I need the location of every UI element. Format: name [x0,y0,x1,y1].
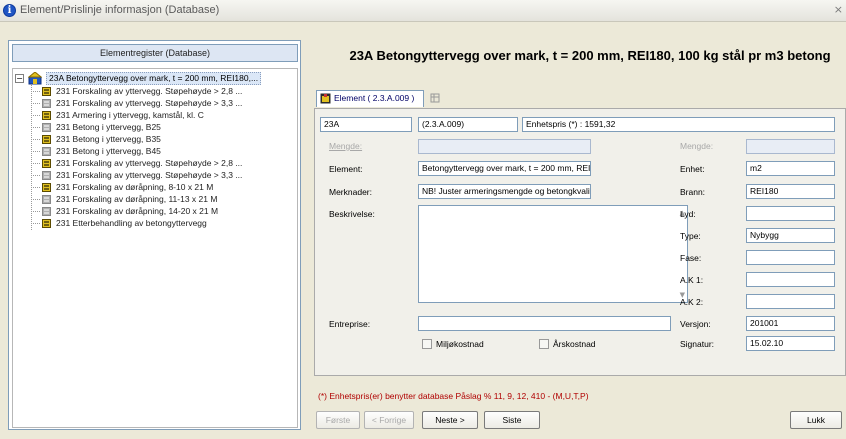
priced-line-icon [42,135,51,144]
arskostnad-checkbox[interactable] [539,339,549,349]
type-field[interactable]: Nybygg [746,228,835,243]
tree-item-label: 231 Betong i yttervegg, B25 [56,122,161,132]
tree-connector [31,187,40,188]
close-button[interactable]: Lukk [790,411,842,429]
tab-extra-icon[interactable] [430,93,440,103]
unit-price-field[interactable]: Enhetspris (*) : 1591,32 [522,117,835,132]
previous-button[interactable]: < Forrige [364,411,414,429]
lyd-field[interactable] [746,206,835,221]
priced-line-icon [42,183,51,192]
tree-connector [31,115,40,116]
tree-connector [31,139,40,140]
unpriced-line-icon [42,147,51,156]
arskostnad-label: Årskostnad [553,339,596,349]
ak2-label: A.K 2: [680,297,704,307]
priced-line-icon [42,87,51,96]
window-title: Element/Prislinje informasjon (Database) [20,4,220,16]
mengde-label: Mengde: [329,141,363,151]
unpriced-line-icon [42,123,51,132]
info-icon: i [3,4,16,17]
tree-connector [31,84,32,230]
merknader-label: Merknader: [329,187,372,197]
miljokostnad-checkbox[interactable] [422,339,432,349]
mengde-field[interactable] [418,139,591,154]
tree-connector [31,211,40,212]
fase-field[interactable] [746,250,835,265]
unpriced-line-icon [42,99,51,108]
tab-element[interactable]: Element ( 2.3.A.009 ) [316,90,424,107]
tree-item-label: 231 Etterbehandling av betongyttervegg [56,218,207,228]
unit-price-footnote: (*) Enhetspris(er) benytter database Pås… [318,391,589,401]
versjon-field[interactable]: 201001 [746,316,835,331]
lyd-label: Lyd: [680,209,696,219]
tree-item-label: 231 Forskaling av yttervegg. Støpehøyde … [56,98,243,108]
element-label: Element: [329,164,363,174]
window-titlebar: i Element/Prislinje informasjon (Databas… [0,0,846,22]
tree-connector [31,175,40,176]
type-label: Type: [680,231,701,241]
entreprise-label: Entreprise: [329,319,371,329]
tree-collapse-icon[interactable]: − [15,74,24,83]
tree-item-label: 231 Forskaling av døråpning, 14-20 x 21 … [56,206,219,216]
element-title: 23A Betongyttervegg over mark, t = 200 m… [349,48,831,63]
tree-connector [31,91,40,92]
tree-item-label: 231 Betong i yttervegg, B45 [56,146,161,156]
ak2-field[interactable] [746,294,835,309]
close-icon[interactable]: × [834,3,843,16]
beskrivelse-label: Beskrivelse: [329,209,375,219]
priced-line-icon [42,111,51,120]
tree-connector [31,151,40,152]
priced-line-icon [42,159,51,168]
miljokostnad-label: Miljøkostnad [436,339,484,349]
versjon-label: Versjon: [680,319,711,329]
priced-line-icon [42,219,51,228]
tree-root-label: 23A Betongyttervegg over mark, t = 200 m… [46,72,262,85]
merknader-field[interactable]: NB! Juster armeringsmengde og betongkval… [418,184,591,199]
tree-item-label: 231 Forskaling av døråpning, 8-10 x 21 M [56,182,214,192]
tree-item-label: 231 Forskaling av yttervegg. Støpehøyde … [56,86,243,96]
tree-item-label: 231 Forskaling av døråpning, 11-13 x 21 … [56,194,218,204]
enhet-label: Enhet: [680,164,705,174]
element-tab-icon [320,93,331,104]
element-field[interactable]: Betongyttervegg over mark, t = 200 mm, R… [418,161,591,176]
fase-label: Fase: [680,253,702,263]
ak1-label: A.K 1: [680,275,704,285]
tab-element-label: Element ( 2.3.A.009 ) [334,93,415,103]
ak1-field[interactable] [746,272,835,287]
element-form: 23A (2.3.A.009) Enhetspris (*) : 1591,32… [314,108,846,376]
tree-connector [31,127,40,128]
code-field[interactable]: 23A [320,117,412,132]
tree-item-label: 231 Forskaling av yttervegg. Støpehøyde … [56,158,243,168]
entreprise-field[interactable] [418,316,671,331]
tab-strip: Element ( 2.3.A.009 ) [312,88,846,108]
enhet-field[interactable]: m2 [746,161,835,176]
element-register-header[interactable]: Elementregister (Database) [12,44,298,62]
beskrivelse-textarea[interactable]: ▲ ▼ [418,205,688,303]
tree-connector [31,223,40,224]
tree-item-label: 231 Forskaling av yttervegg. Støpehøyde … [56,170,243,180]
first-button[interactable]: Første [316,411,360,429]
tree-item-label: 231 Betong i yttervegg, B35 [56,134,161,144]
last-button[interactable]: Siste [484,411,540,429]
tree-connector [31,199,40,200]
signatur-field[interactable]: 15.02.10 [746,336,835,351]
next-button[interactable]: Neste > [422,411,478,429]
mengde-right-field[interactable] [746,139,835,154]
unpriced-line-icon [42,195,51,204]
mengde-right-label: Mengde: [680,141,714,151]
signatur-label: Signatur: [680,339,715,349]
tree-connector [31,103,40,104]
element-tree[interactable]: − 23A Betongyttervegg over mark, t = 200… [12,68,298,428]
brann-field[interactable]: REI180 [746,184,835,199]
brann-label: Brann: [680,187,706,197]
unpriced-line-icon [42,207,51,216]
reference-field[interactable]: (2.3.A.009) [418,117,518,132]
tree-item-label: 231 Armering i yttervegg, kamstål, kl. C [56,110,204,120]
unpriced-line-icon [42,171,51,180]
tree-connector [31,163,40,164]
